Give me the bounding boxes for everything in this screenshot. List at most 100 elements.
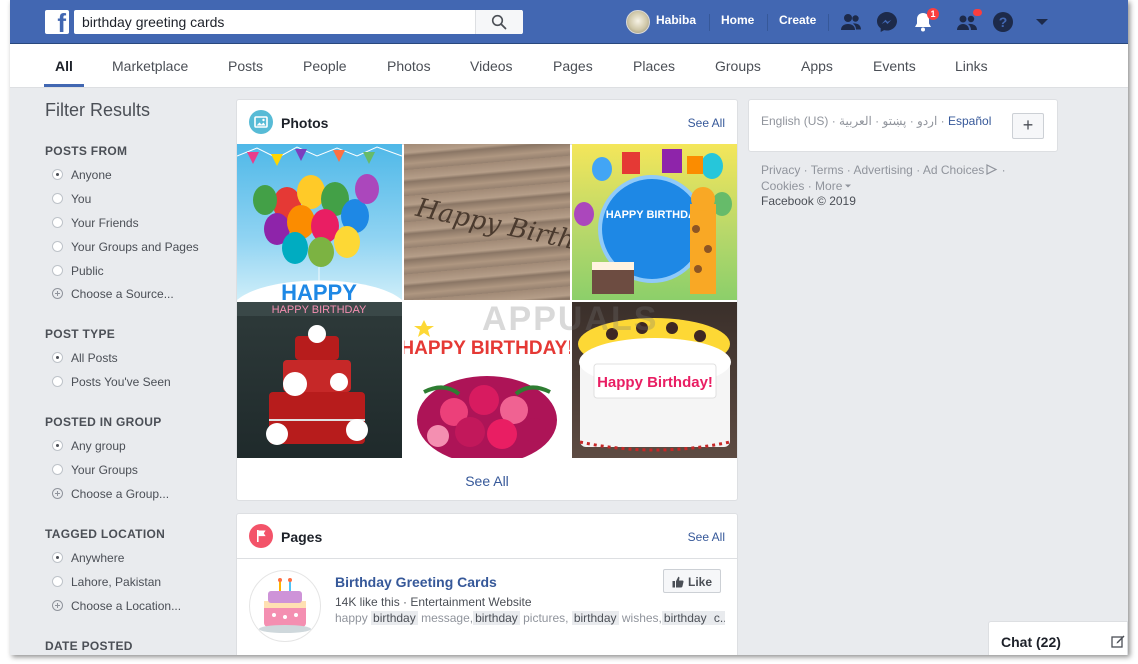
pages-title: Pages	[281, 529, 323, 545]
search-input[interactable]	[74, 10, 477, 34]
snippet-text: wishes,	[618, 611, 662, 625]
language-list: English (US) · اردو · پښتو · العربية · E…	[761, 114, 992, 128]
radio-icon	[52, 352, 63, 363]
radio-label: All Posts	[71, 351, 118, 365]
footer-links: Privacy · Terms · Advertising · Ad Choic…	[761, 163, 1006, 193]
tab-people[interactable]: People	[303, 58, 347, 74]
photo-red-cake[interactable]: HAPPY BIRTHDAY	[237, 302, 402, 458]
divider	[709, 14, 710, 31]
advertising-link[interactable]: Advertising	[853, 163, 912, 177]
photo-wood-happy-birthday[interactable]: Happy Birthday	[404, 144, 570, 300]
radio-label: Any group	[71, 439, 126, 453]
home-link[interactable]: Home	[721, 13, 754, 27]
avatar[interactable]	[626, 10, 650, 34]
search-button[interactable]	[475, 10, 523, 34]
radio-label: Your Groups and Pages	[71, 240, 199, 254]
quick-help-people-icon[interactable]	[955, 9, 982, 34]
top-navigation-bar: f Habiba Home Create 1 ?	[10, 0, 1128, 44]
photos-see-all-link[interactable]: See All	[688, 116, 725, 130]
terms-link[interactable]: Terms	[811, 163, 844, 177]
privacy-link[interactable]: Privacy	[761, 163, 800, 177]
tab-pages[interactable]: Pages	[553, 58, 593, 74]
photo-caption: Happy Birthday!	[597, 374, 713, 391]
photos-see-all-bottom-link[interactable]: See All	[237, 473, 737, 489]
notifications-badge: 1	[927, 8, 939, 20]
radio-icon	[52, 169, 63, 180]
snippet-highlight: birthday	[473, 611, 520, 625]
page-meta: 14K like this · Entertainment Website	[335, 595, 532, 609]
choose-label: Choose a Location...	[71, 599, 182, 613]
radio-label: Posts You've Seen	[71, 375, 171, 389]
tab-videos[interactable]: Videos	[470, 58, 513, 74]
date-posted-heading: DATE POSTED	[45, 639, 133, 653]
pages-module: Pages See All Birthday Greeting Cards 14…	[236, 513, 738, 655]
profile-link[interactable]: Habiba	[656, 13, 696, 27]
create-link[interactable]: Create	[779, 13, 816, 27]
photo-caption: HAPPY BIRTHDAY!	[404, 338, 570, 359]
tab-marketplace[interactable]: Marketplace	[112, 58, 188, 74]
language-selector: English (US) · اردو · پښتو · العربية · E…	[748, 99, 1058, 152]
photos-header: Photos See All	[237, 100, 737, 145]
like-page-button[interactable]: Like	[663, 569, 721, 593]
plus-circle-icon	[52, 288, 63, 299]
language-pashto-link[interactable]: پښتو	[883, 114, 907, 128]
tab-posts[interactable]: Posts	[228, 58, 263, 74]
pages-flag-icon	[249, 524, 273, 548]
ad-choices-link[interactable]: Ad Choices	[923, 163, 984, 177]
tab-events[interactable]: Events	[873, 58, 916, 74]
chat-label: Chat (22)	[1001, 634, 1061, 650]
radio-label: Anyone	[71, 168, 112, 182]
active-tab-indicator	[44, 84, 84, 87]
cookies-link[interactable]: Cookies	[761, 179, 804, 193]
radio-icon	[52, 217, 63, 228]
photo-balloons[interactable]: HAPPY	[237, 144, 402, 300]
radio-icon	[52, 241, 63, 252]
more-languages-button[interactable]: +	[1012, 113, 1044, 139]
language-urdu-link[interactable]: اردو	[917, 114, 937, 128]
radio-label: Public	[71, 264, 104, 278]
help-icon[interactable]: ?	[991, 10, 1015, 34]
copyright: Facebook © 2019	[761, 194, 856, 208]
ad-choices-icon	[986, 164, 998, 175]
snippet-highlight: c...	[708, 611, 725, 625]
tab-places[interactable]: Places	[633, 58, 675, 74]
tab-apps[interactable]: Apps	[801, 58, 833, 74]
snippet-text: happy	[335, 611, 372, 625]
plus-circle-icon	[52, 488, 63, 499]
language-spanish-link[interactable]: Español	[948, 114, 991, 128]
radio-label: Lahore, Pakistan	[71, 575, 162, 589]
messenger-icon[interactable]	[875, 10, 899, 34]
page-profile-picture[interactable]	[249, 570, 321, 642]
plus-circle-icon	[52, 600, 63, 611]
photos-title: Photos	[281, 115, 329, 131]
tab-groups[interactable]: Groups	[715, 58, 761, 74]
photo-giraffe-birthday[interactable]: HAPPY BIRTHDAY	[572, 144, 737, 300]
photos-icon	[249, 110, 273, 134]
radio-icon	[52, 265, 63, 276]
page-name-link[interactable]: Birthday Greeting Cards	[335, 574, 497, 590]
pages-see-all-link[interactable]: See All	[688, 530, 725, 544]
chat-sidebar-toggle[interactable]: Chat (22)	[988, 621, 1128, 655]
radio-label: Your Groups	[71, 463, 138, 477]
tab-all[interactable]: All	[55, 58, 73, 74]
tab-photos[interactable]: Photos	[387, 58, 431, 74]
tab-links[interactable]: Links	[955, 58, 988, 74]
compose-edit-icon[interactable]	[1111, 634, 1125, 648]
snippet-text: message,	[417, 611, 474, 625]
photo-caption: HAPPY BIRTHDAY	[272, 304, 367, 316]
facebook-logo-icon[interactable]: f	[45, 10, 69, 34]
pages-header: Pages See All	[237, 514, 737, 559]
post-type-heading: POST TYPE	[45, 327, 116, 341]
facebook-search-page: f Habiba Home Create 1 ?	[10, 0, 1128, 655]
snippet-highlight: birthday	[571, 611, 619, 625]
radio-icon	[52, 464, 63, 475]
radio-icon	[52, 440, 63, 451]
search-box	[74, 10, 523, 34]
language-arabic-link[interactable]: العربية	[839, 114, 872, 128]
more-link[interactable]: More	[815, 179, 842, 193]
thumbs-up-icon	[672, 576, 684, 588]
radio-label: Your Friends	[71, 216, 139, 230]
notifications-icon[interactable]: 1	[911, 8, 939, 34]
friend-requests-icon[interactable]	[839, 10, 863, 34]
account-menu-caret-icon[interactable]	[1030, 10, 1054, 34]
